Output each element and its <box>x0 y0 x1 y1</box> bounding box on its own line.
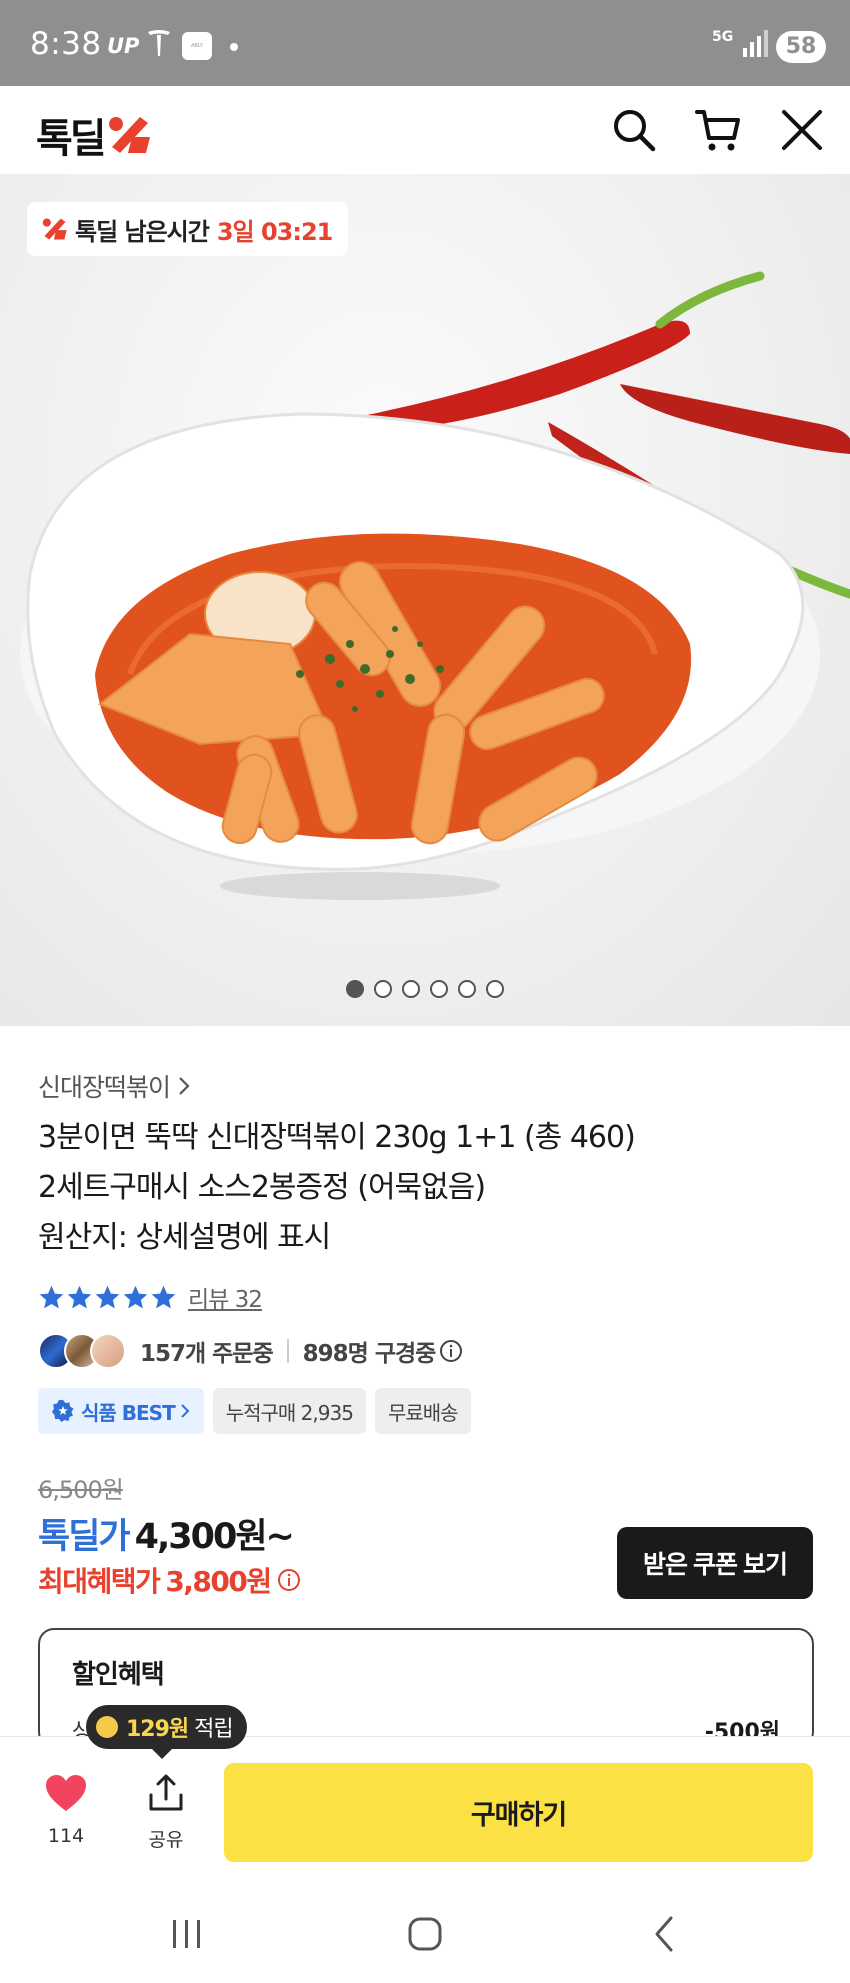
network-label: 5G <box>712 29 734 45</box>
buy-button[interactable]: 구매하기 <box>224 1763 813 1862</box>
battery-indicator: 58 <box>776 31 826 63</box>
share-button[interactable]: 공유 <box>140 1773 192 1852</box>
title-line: 원산지: 상세설명에 표시 <box>38 1220 331 1255</box>
search-icon[interactable] <box>610 106 658 154</box>
rating-row: 리뷰 32 <box>38 1280 263 1314</box>
carousel-indicator <box>0 980 850 998</box>
star-icon <box>39 1285 64 1308</box>
system-nav-bar <box>0 1886 850 1983</box>
carousel-dot[interactable] <box>486 980 504 998</box>
notification-dot <box>230 43 238 51</box>
signal-icon <box>743 30 768 57</box>
info-icon[interactable] <box>277 1568 301 1592</box>
talkdeal-logo[interactable]: 톡딜 <box>36 106 154 164</box>
carousel-dot[interactable] <box>374 980 392 998</box>
viewers-count: 898명 구경중 <box>302 1341 437 1367</box>
badge-icon <box>52 1400 74 1422</box>
points-amount: 129원 <box>126 1717 189 1742</box>
product-tags: 식품 BEST 누적구매 2,935 무료배송 <box>38 1388 480 1434</box>
star-icon <box>95 1285 120 1308</box>
back-icon[interactable] <box>645 1914 685 1954</box>
heart-icon <box>46 1775 86 1811</box>
deal-price-row: 톡딜가 4,300원~ <box>38 1508 295 1559</box>
carousel-dot[interactable] <box>402 980 420 998</box>
percent-logo-icon <box>42 218 67 240</box>
max-benefit-price: 3,800원 <box>165 1565 272 1598</box>
percent-logo-icon <box>108 117 150 153</box>
app-header: 톡딜 <box>0 86 850 174</box>
cart-icon[interactable] <box>694 106 742 154</box>
carrier-label: UP <box>107 34 140 58</box>
max-benefit-label: 최대혜택가 <box>38 1565 161 1598</box>
chevron-right-icon <box>179 1077 190 1095</box>
review-link[interactable]: 리뷰 32 <box>188 1280 263 1314</box>
original-price: 6,500원 <box>38 1476 124 1504</box>
star-icon <box>123 1285 148 1308</box>
best-tag-label: 식품 BEST <box>81 1400 176 1425</box>
bottom-action-bar: 114 공유 구매하기 <box>0 1736 850 1886</box>
divider <box>286 1339 289 1363</box>
recent-apps-icon[interactable] <box>167 1914 207 1954</box>
home-icon[interactable] <box>405 1914 445 1954</box>
logo-text: 톡딜 <box>36 116 107 162</box>
star-icon <box>67 1285 92 1308</box>
coin-icon <box>96 1716 118 1738</box>
carousel-dot[interactable] <box>458 980 476 998</box>
deal-price: 4,300원~ <box>134 1517 295 1557</box>
brand-name: 신대장떡볶이 <box>38 1073 171 1102</box>
tteokbokki-photo <box>20 271 850 900</box>
carousel-dot[interactable] <box>346 980 364 998</box>
chevron-right-icon <box>181 1404 190 1418</box>
free-shipping-tag: 무료배송 <box>374 1388 471 1434</box>
timer-value: 3일 03:21 <box>216 217 334 246</box>
like-button[interactable]: 114 <box>40 1773 92 1847</box>
like-count: 114 <box>47 1825 85 1847</box>
title-line: 3분이면 뚝딱 신대장떡볶이 230g 1+1 (총 460) <box>38 1120 636 1155</box>
brand-link[interactable]: 신대장떡볶이 <box>38 1068 192 1104</box>
avatar <box>90 1333 126 1369</box>
timer-label: 톡딜 남은시간 <box>75 217 210 246</box>
points-tooltip: 129원 적립 <box>86 1705 247 1759</box>
deal-price-label: 톡딜가 <box>38 1517 131 1557</box>
status-bar: 8:38 UP ABLY 5G 58 <box>0 0 850 86</box>
benefit-title: 할인혜택 <box>72 1660 165 1690</box>
close-icon[interactable] <box>778 106 826 154</box>
share-label: 공유 <box>148 1829 184 1851</box>
product-image-carousel[interactable]: 톡딜 남은시간 3일 03:21 <box>0 174 850 1026</box>
title-line: 2세트구매시 소스2봉증정 (어묵없음) <box>38 1170 486 1205</box>
buyer-avatars <box>38 1333 126 1369</box>
points-suffix: 적립 <box>194 1717 233 1742</box>
deal-timer-badge: 톡딜 남은시간 3일 03:21 <box>27 202 349 256</box>
star-icon <box>151 1285 176 1308</box>
status-time: 8:38 <box>30 26 102 62</box>
order-stats: 157개 주문중 898명 구경중 <box>38 1331 463 1371</box>
orders-count: 157개 주문중 <box>140 1341 274 1367</box>
share-icon <box>149 1774 183 1811</box>
carousel-dot[interactable] <box>430 980 448 998</box>
tesla-icon <box>148 30 170 56</box>
best-category-tag[interactable]: 식품 BEST <box>38 1388 204 1434</box>
product-title: 3분이면 뚝딱 신대장떡볶이 230g 1+1 (총 460) 2세트구매시 소… <box>38 1113 818 1263</box>
max-benefit-row: 최대혜택가 3,800원 <box>38 1560 301 1600</box>
ably-app-icon: ABLY <box>182 32 212 60</box>
view-coupons-button[interactable]: 받은 쿠폰 보기 <box>617 1527 813 1599</box>
cumulative-purchase-tag: 누적구매 2,935 <box>212 1388 366 1434</box>
info-icon[interactable] <box>439 1339 463 1363</box>
